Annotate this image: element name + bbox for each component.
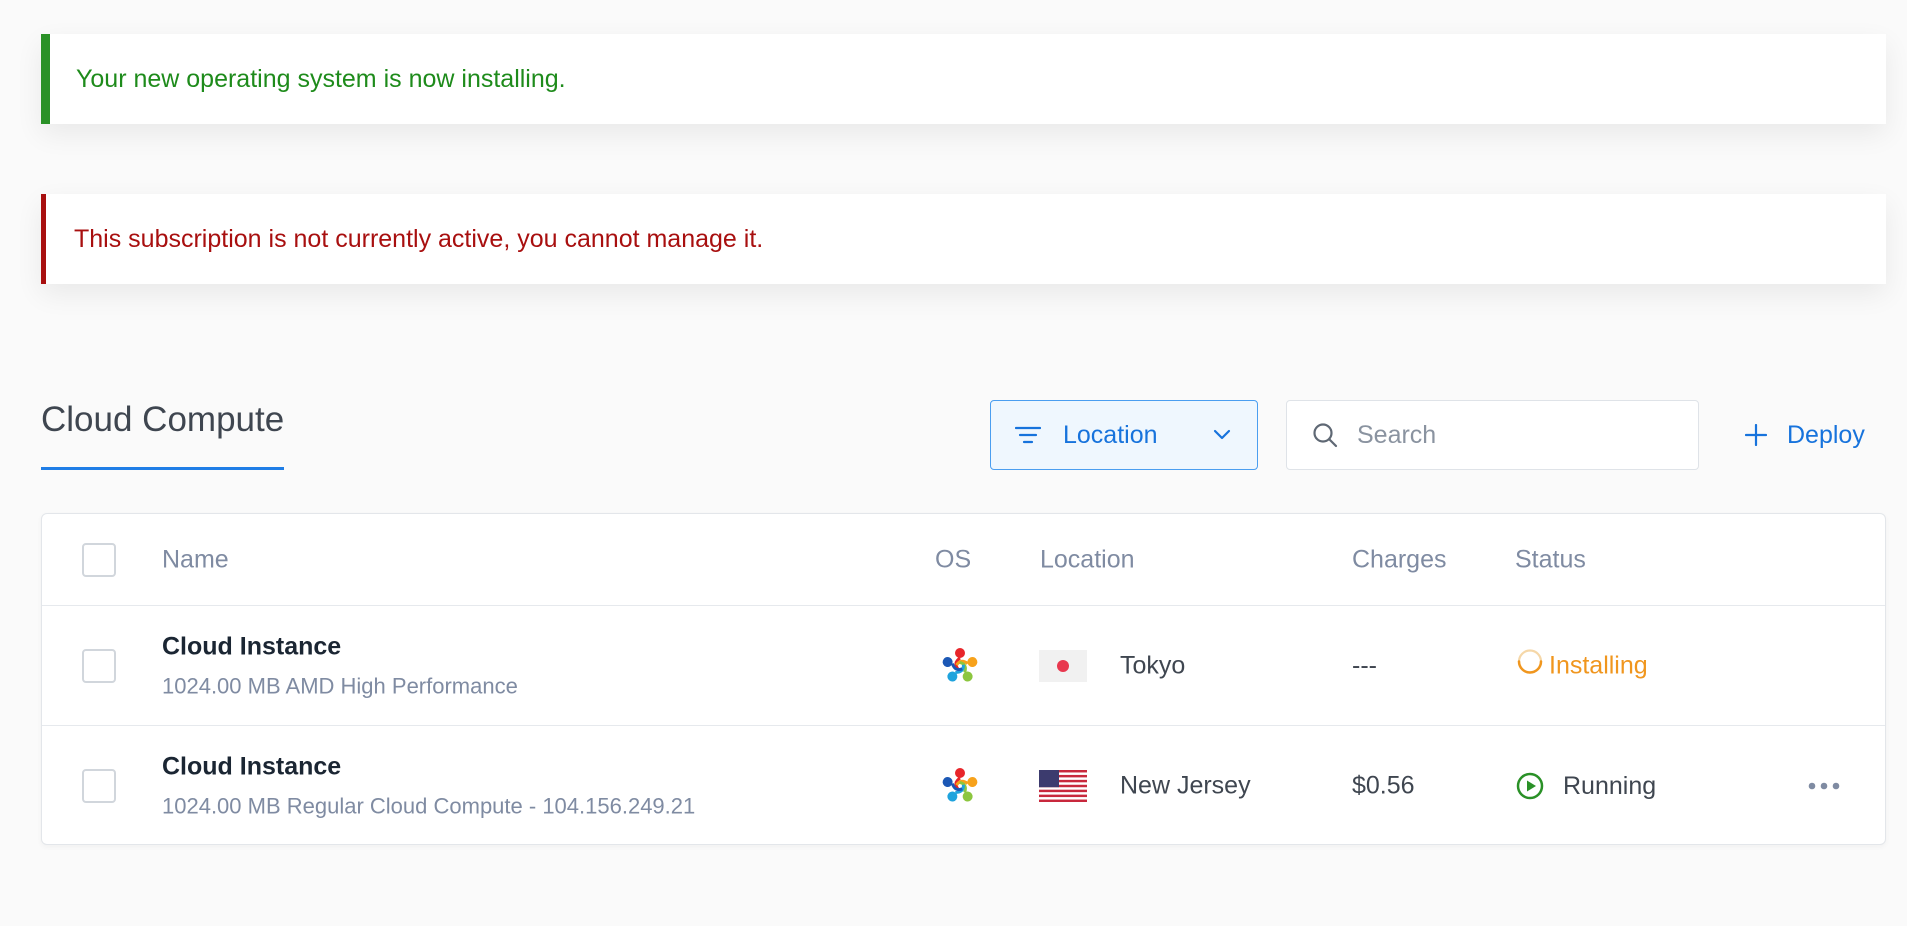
more-options-icon[interactable] [1807,779,1841,793]
table-header-row: Name OS Location Charges Status [42,514,1885,606]
instance-name[interactable]: Cloud Instance [162,753,695,782]
error-alert: This subscription is not currently activ… [41,194,1886,284]
chevron-down-icon [1213,429,1231,440]
location-text: New Jersey [1120,771,1251,800]
os-flower-icon [942,647,978,682]
row-checkbox[interactable] [82,769,116,803]
charges-text: $0.56 [1352,771,1415,800]
select-all-checkbox[interactable] [82,542,116,577]
search-box[interactable] [1286,400,1699,470]
instance-description: 1024.00 MB AMD High Performance [162,673,518,698]
spinner-icon [1517,649,1543,674]
instance-name-cell: Cloud Instance 1024.00 MB Regular Cloud … [162,753,695,820]
column-header-location[interactable]: Location [1040,545,1135,574]
status-text: Running [1563,771,1657,800]
instance-name-cell: Cloud Instance 1024.00 MB AMD High Perfo… [162,632,518,699]
column-header-charges[interactable]: Charges [1352,545,1447,574]
location-text: Tokyo [1120,651,1186,679]
location-filter-button[interactable]: Location [990,400,1258,470]
play-circle-icon [1516,772,1544,800]
location-filter-label: Location [1063,420,1158,449]
status-badge: Installing [1515,649,1648,680]
row-checkbox[interactable] [82,648,116,683]
column-header-status[interactable]: Status [1515,545,1586,574]
column-header-name[interactable]: Name [162,545,229,574]
instance-name[interactable]: Cloud Instance [162,632,518,661]
os-flower-icon [942,768,978,802]
title-underline [41,467,284,470]
filter-icon [1015,426,1041,444]
success-alert-text: Your new operating system is now install… [76,64,566,93]
instance-description: 1024.00 MB Regular Cloud Compute - 104.1… [162,793,696,819]
charges-text: --- [1352,651,1377,679]
deploy-label: Deploy [1787,420,1865,449]
table-row[interactable]: Cloud Instance 1024.00 MB Regular Cloud … [42,726,1885,846]
japan-flag-icon [1039,649,1087,682]
column-header-os[interactable]: OS [935,545,971,574]
search-icon [1313,423,1338,448]
search-input[interactable] [1357,420,1677,450]
instances-table: Name OS Location Charges Status Cloud In… [41,513,1886,845]
success-alert: Your new operating system is now install… [41,34,1886,124]
status-badge: Running [1515,771,1656,801]
deploy-button[interactable]: Deploy [1745,400,1865,470]
page-title: Cloud Compute [41,400,285,439]
plus-icon [1745,424,1767,446]
error-alert-text: This subscription is not currently activ… [74,224,764,253]
status-text: Installing [1549,651,1648,679]
table-row[interactable]: Cloud Instance 1024.00 MB AMD High Perfo… [42,606,1885,726]
us-flag-icon [1039,770,1087,802]
